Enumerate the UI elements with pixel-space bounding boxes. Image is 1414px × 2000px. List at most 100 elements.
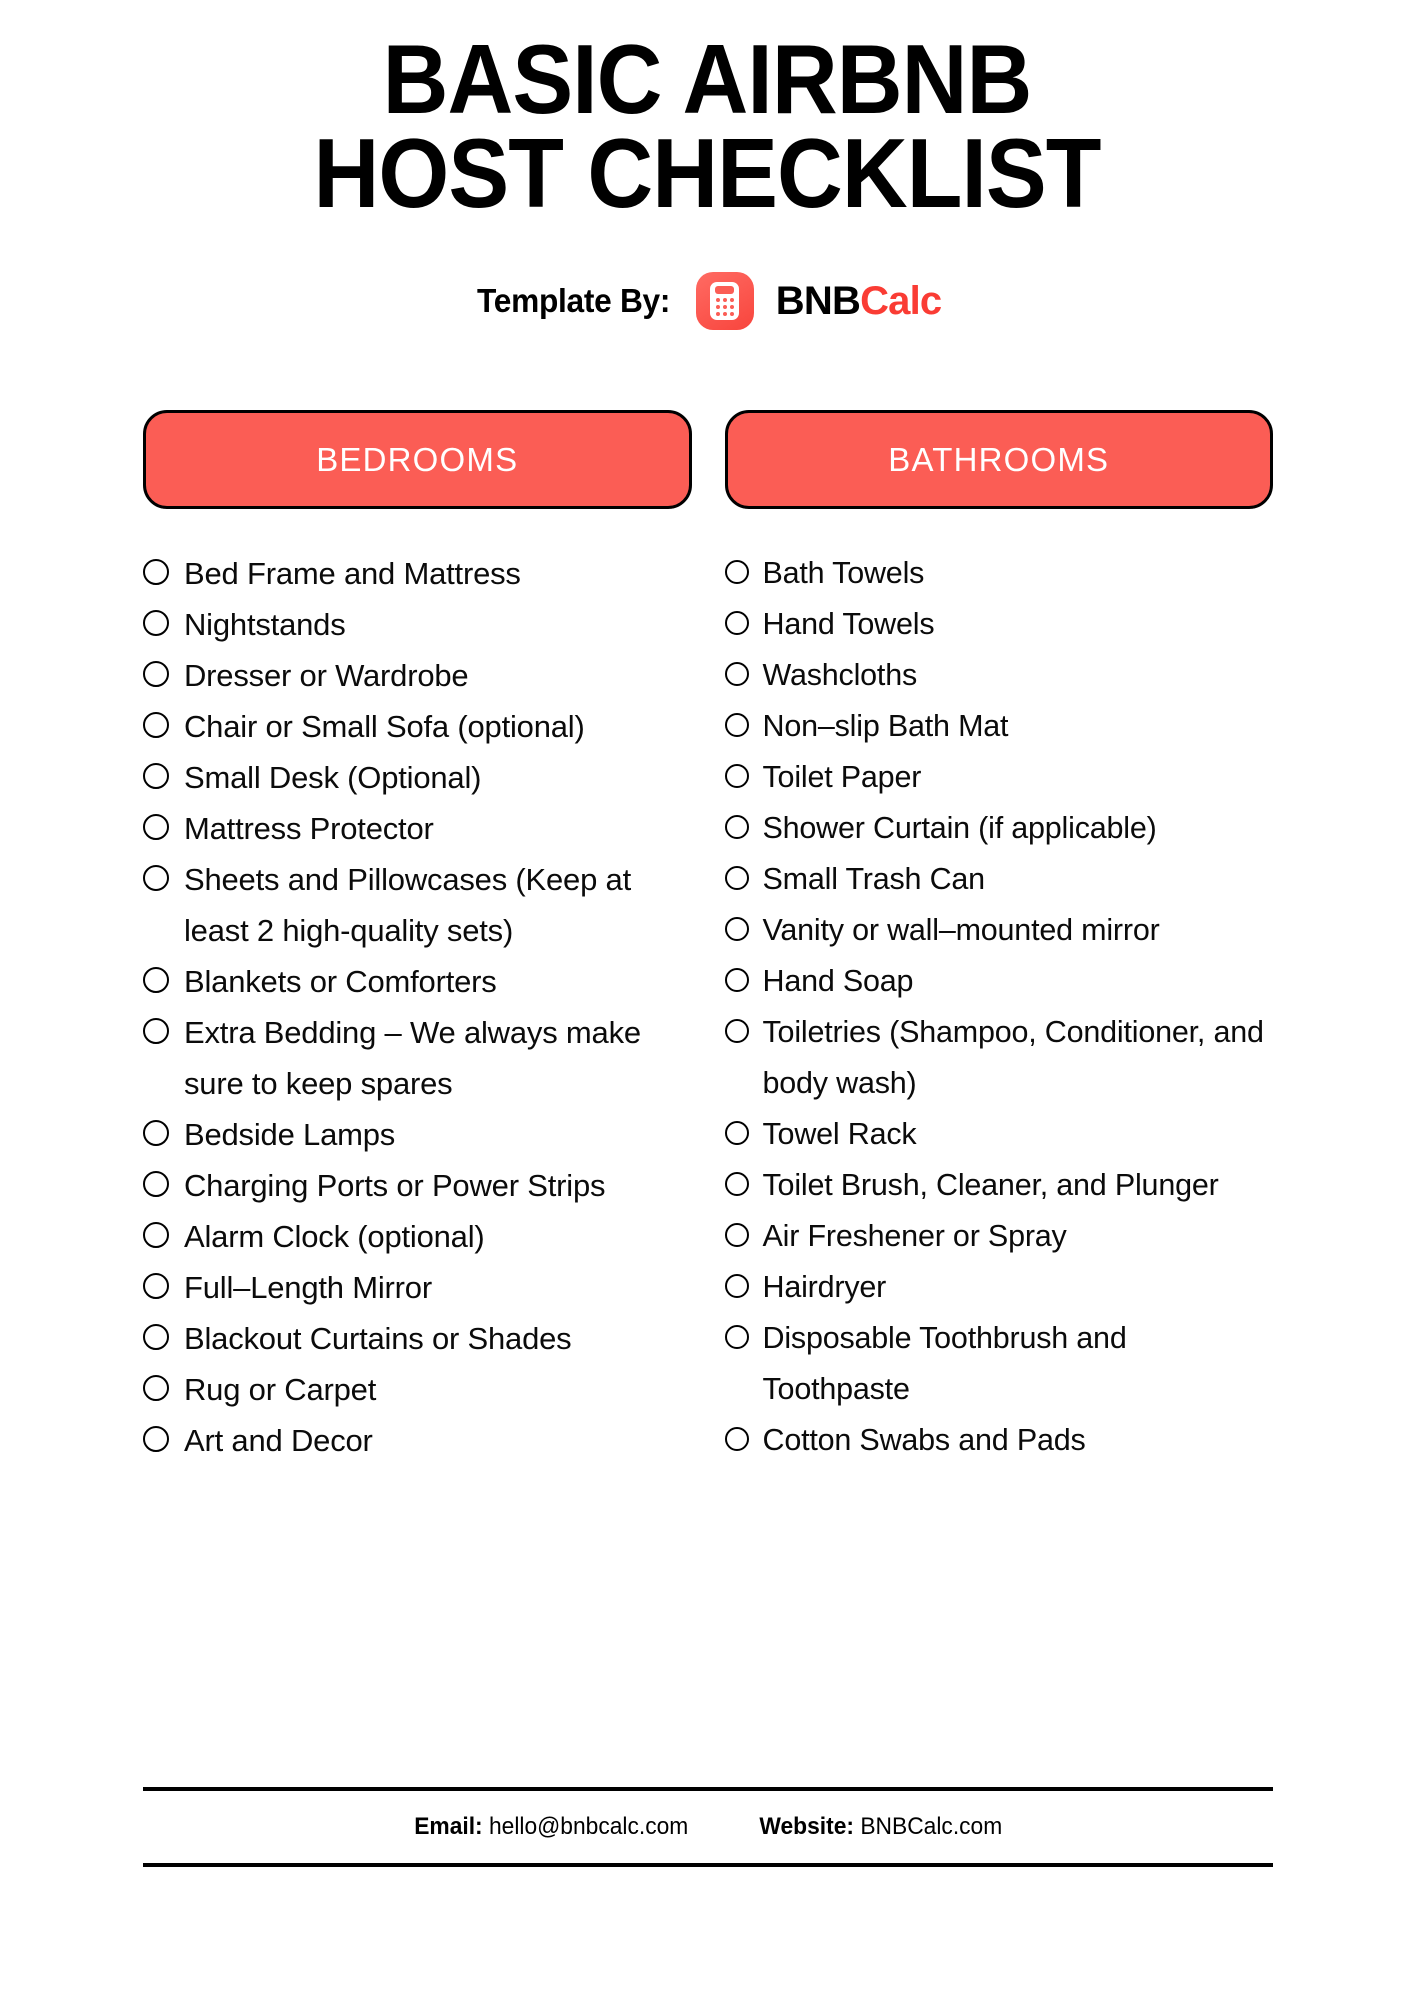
checkbox-circle-icon[interactable]	[724, 764, 749, 788]
checkbox-circle-icon[interactable]	[724, 968, 749, 992]
checklist-item[interactable]: Bedside Lamps	[143, 1109, 692, 1160]
checklist-item[interactable]: Bath Towels	[724, 548, 1274, 599]
checklist-item[interactable]: Hand Soap	[724, 956, 1274, 1007]
checklist-item[interactable]: Toilet Brush, Cleaner, and Plunger	[724, 1160, 1274, 1211]
section-header-bedrooms: BEDROOMS	[143, 410, 692, 509]
checkbox-circle-icon[interactable]	[143, 712, 169, 738]
checklist-item[interactable]: Charging Ports or Power Strips	[143, 1160, 692, 1211]
checklist-item[interactable]: Hairdryer	[724, 1262, 1274, 1313]
checklist-item[interactable]: Blackout Curtains or Shades	[143, 1313, 692, 1364]
checklist-item[interactable]: Washcloths	[724, 650, 1274, 701]
checklist-item-label: Blackout Curtains or Shades	[184, 1321, 572, 1356]
footer-email-value[interactable]: hello@bnbcalc.com	[489, 1813, 688, 1840]
checklist-item-label: Sheets and Pillowcases (Keep at least 2 …	[184, 862, 632, 948]
checklist-item[interactable]: Alarm Clock (optional)	[143, 1211, 692, 1262]
checklist-item-label: Blankets or Comforters	[184, 964, 497, 999]
checkbox-circle-icon[interactable]	[143, 661, 169, 687]
checklist-item[interactable]: Small Desk (Optional)	[143, 752, 692, 803]
checklist-item-label: Charging Ports or Power Strips	[184, 1168, 606, 1203]
checklist-item-label: Non–slip Bath Mat	[762, 709, 1009, 743]
calculator-key	[722, 311, 727, 316]
calculator-key	[715, 304, 720, 309]
checklist-item-label: Bedside Lamps	[184, 1117, 396, 1152]
checklist-item-label: Shower Curtain (if applicable)	[762, 811, 1157, 845]
checkbox-circle-icon[interactable]	[143, 1375, 169, 1401]
title-line-1: BASIC AIRBNB	[382, 24, 1033, 134]
checklist-item-label: Toilet Brush, Cleaner, and Plunger	[762, 1168, 1219, 1202]
checklist-item[interactable]: Art and Decor	[143, 1415, 692, 1466]
checkbox-circle-icon[interactable]	[724, 1325, 749, 1349]
checkbox-circle-icon[interactable]	[724, 1172, 749, 1196]
checklist-item[interactable]: Cotton Swabs and Pads	[724, 1415, 1274, 1466]
checklist-item-label: Small Trash Can	[762, 862, 986, 896]
footer-website-value[interactable]: BNBCalc.com	[861, 1813, 1003, 1840]
checklist-item[interactable]: Nightstands	[143, 599, 692, 650]
checklist-item-label: Small Desk (Optional)	[184, 760, 482, 795]
checklist-item[interactable]: Toiletries (Shampoo, Conditioner, and bo…	[724, 1007, 1274, 1109]
checkbox-circle-icon[interactable]	[143, 1324, 169, 1350]
checklist-columns: Bed Frame and Mattress Nightstands Dresser…	[143, 548, 1273, 1466]
footer-website-label: Website:	[759, 1813, 855, 1840]
calculator-key	[729, 297, 734, 302]
checklist-item-label: Toilet Paper	[762, 760, 922, 794]
checklist-item[interactable]: Mattress Protector	[143, 803, 692, 854]
checklist-item[interactable]: Towel Rack	[724, 1109, 1274, 1160]
checklist-item[interactable]: Full–Length Mirror	[143, 1262, 692, 1313]
calculator-key	[722, 304, 727, 309]
checklist-item[interactable]: Blankets or Comforters	[143, 956, 692, 1007]
checkbox-circle-icon[interactable]	[143, 610, 169, 636]
checklist-page: BASIC AIRBNB HOST CHECKLIST Template By:	[0, 0, 1414, 2000]
checkbox-circle-icon[interactable]	[143, 1171, 169, 1197]
page-title: BASIC AIRBNB HOST CHECKLIST	[0, 24, 1414, 222]
checklist-item[interactable]: Chair or Small Sofa (optional)	[143, 701, 692, 752]
checklist-item-label: Hand Towels	[762, 607, 935, 641]
checklist-column-bathrooms: Bath Towels Hand Towels Washcloths Non–slip…	[724, 548, 1274, 1466]
checkbox-circle-icon[interactable]	[143, 1120, 169, 1146]
checkbox-circle-icon[interactable]	[724, 1223, 749, 1247]
checkbox-circle-icon[interactable]	[143, 1273, 169, 1299]
checklist-item[interactable]: Small Trash Can	[724, 854, 1274, 905]
checklist-item[interactable]: Toilet Paper	[724, 752, 1274, 803]
checkbox-circle-icon[interactable]	[143, 865, 169, 891]
footer-content: Email: hello@bnbcalc.com Website: BNBCal…	[143, 1791, 1273, 1863]
checklist-item[interactable]: Sheets and Pillowcases (Keep at least 2 …	[143, 854, 692, 956]
checkbox-circle-icon[interactable]	[724, 917, 749, 941]
checklist-item-label: Disposable Toothbrush and Toothpaste	[762, 1321, 1127, 1406]
checkbox-circle-icon[interactable]	[143, 1018, 169, 1044]
checkbox-circle-icon[interactable]	[143, 1426, 169, 1452]
checklist-item[interactable]: Rug or Carpet	[143, 1364, 692, 1415]
checklist-item-label: Rug or Carpet	[184, 1372, 377, 1407]
checkbox-circle-icon[interactable]	[143, 559, 169, 585]
checklist-item-label: Towel Rack	[762, 1117, 917, 1151]
checkbox-circle-icon[interactable]	[724, 662, 749, 686]
checklist-item[interactable]: Vanity or wall–mounted mirror	[724, 905, 1274, 956]
checklist-item[interactable]: Shower Curtain (if applicable)	[724, 803, 1274, 854]
checkbox-circle-icon[interactable]	[724, 1274, 749, 1298]
checklist-item[interactable]: Bed Frame and Mattress	[143, 548, 692, 599]
calculator-key	[729, 311, 734, 316]
checklist-item-label: Bed Frame and Mattress	[184, 556, 521, 591]
checklist-item[interactable]: Hand Towels	[724, 599, 1274, 650]
checkbox-circle-icon[interactable]	[143, 763, 169, 789]
checkbox-circle-icon[interactable]	[724, 1427, 749, 1451]
checklist-item[interactable]: Dresser or Wardrobe	[143, 650, 692, 701]
checkbox-circle-icon[interactable]	[724, 713, 749, 737]
checkbox-circle-icon[interactable]	[724, 1019, 749, 1043]
checklist-item[interactable]: Disposable Toothbrush and Toothpaste	[724, 1313, 1274, 1415]
checkbox-circle-icon[interactable]	[724, 1121, 749, 1145]
checklist-item[interactable]: Extra Bedding – We always make sure to k…	[143, 1007, 692, 1109]
checkbox-circle-icon[interactable]	[143, 1222, 169, 1248]
checklist-item[interactable]: Non–slip Bath Mat	[724, 701, 1274, 752]
checkbox-circle-icon[interactable]	[724, 815, 749, 839]
checkbox-circle-icon[interactable]	[724, 560, 749, 584]
checkbox-circle-icon[interactable]	[724, 866, 749, 890]
brand-row: Template By: BNBCalc	[0, 272, 1414, 330]
checklist-item-label: Art and Decor	[184, 1423, 373, 1458]
checkbox-circle-icon[interactable]	[724, 611, 749, 635]
checkbox-circle-icon[interactable]	[143, 967, 169, 993]
section-header-bathrooms: BATHROOMS	[724, 410, 1273, 509]
checkbox-circle-icon[interactable]	[143, 814, 169, 840]
checklist-item-label: Nightstands	[184, 607, 346, 642]
calculator-key	[715, 297, 720, 302]
checklist-item[interactable]: Air Freshener or Spray	[724, 1211, 1274, 1262]
